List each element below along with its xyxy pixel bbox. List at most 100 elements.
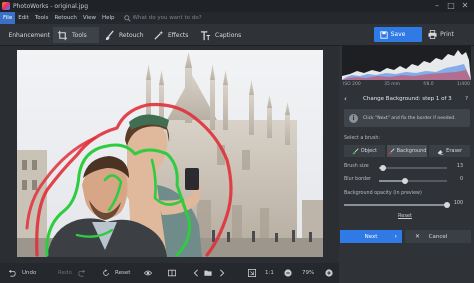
tab-label: Tools bbox=[72, 31, 87, 39]
zoom-level: 79% bbox=[302, 270, 315, 276]
brush-size-slider[interactable] bbox=[379, 165, 447, 171]
preview-button[interactable] bbox=[144, 263, 152, 283]
search-input[interactable] bbox=[132, 15, 223, 21]
histogram-graph bbox=[342, 50, 471, 80]
app-logo-icon bbox=[2, 2, 10, 10]
menu-help[interactable]: Help bbox=[99, 12, 118, 24]
close-button[interactable]: ✕ bbox=[458, 0, 472, 12]
slider-thumb[interactable] bbox=[444, 202, 450, 208]
settings-panel: ISO 200 35 mm f/8.0 1/400 ‹ Change Backg… bbox=[339, 46, 474, 283]
slider-thumb[interactable] bbox=[380, 165, 387, 171]
hint-text: Click "Next" and fix the border if neede… bbox=[363, 115, 456, 121]
brush-object-button[interactable]: Object bbox=[344, 145, 385, 157]
blur-border-slider[interactable] bbox=[379, 178, 447, 184]
brush-label: Eraser bbox=[446, 148, 463, 154]
save-button[interactable]: Save bbox=[374, 27, 422, 42]
zoom-out-button[interactable] bbox=[284, 263, 292, 283]
brush-icon bbox=[105, 30, 114, 40]
tab-captions[interactable]: Captions bbox=[200, 27, 246, 43]
bottom-bar: Undo Redo Reset 1:1 79% bbox=[0, 263, 339, 283]
print-label: Print bbox=[440, 31, 454, 38]
undo-button[interactable]: Undo bbox=[8, 263, 36, 283]
redo-icon bbox=[78, 269, 86, 277]
chevron-right-icon bbox=[220, 269, 225, 277]
window-title: PhotoWorks - original.jpg bbox=[13, 2, 89, 10]
tab-tools[interactable]: Tools bbox=[53, 27, 99, 43]
undo-label: Undo bbox=[22, 270, 37, 276]
tab-retouch[interactable]: Retouch bbox=[104, 27, 150, 43]
exif-aperture: f/8.0 bbox=[423, 82, 434, 87]
exif-focal: 35 mm bbox=[384, 82, 401, 87]
tab-label: Enhancement bbox=[8, 31, 50, 39]
printer-icon bbox=[428, 30, 437, 39]
menu-retouch[interactable]: Retouch bbox=[51, 12, 79, 24]
bg-opacity-value: 100 bbox=[453, 201, 463, 206]
reset-label: Reset bbox=[115, 270, 131, 276]
help-icon[interactable]: ? bbox=[465, 96, 468, 102]
brush-icon bbox=[388, 147, 395, 154]
info-icon: i bbox=[349, 113, 358, 123]
brush-size-label: Brush size bbox=[344, 164, 369, 169]
canvas-area[interactable] bbox=[0, 46, 339, 263]
photo-canvas[interactable] bbox=[17, 50, 323, 257]
eye-icon bbox=[144, 270, 152, 276]
prev-image-button[interactable] bbox=[192, 263, 200, 283]
zoom-ratio-button[interactable]: 1:1 bbox=[265, 263, 274, 283]
compare-button[interactable] bbox=[168, 263, 176, 283]
bg-opacity-slider[interactable] bbox=[344, 202, 450, 208]
menu-tools[interactable]: Tools bbox=[32, 12, 52, 24]
back-arrow-icon[interactable]: ‹ bbox=[344, 95, 347, 103]
chevron-left-icon bbox=[193, 269, 198, 277]
tab-effects[interactable]: Effects bbox=[153, 27, 199, 43]
cancel-label: Cancel bbox=[428, 233, 448, 240]
title-bar: PhotoWorks - original.jpg – □ ✕ bbox=[0, 0, 474, 12]
compare-icon bbox=[168, 269, 176, 277]
bg-opacity-label: Background opacity (in preview) bbox=[344, 191, 422, 196]
slider-fill bbox=[344, 204, 447, 206]
print-button[interactable]: Print bbox=[424, 27, 470, 42]
tab-label: Retouch bbox=[119, 31, 144, 39]
redo-label: Redo bbox=[58, 270, 72, 276]
search-box[interactable] bbox=[123, 14, 223, 22]
next-image-button[interactable] bbox=[218, 263, 226, 283]
tab-label: Effects bbox=[168, 31, 189, 39]
main-toolbar: Enhancement Tools Retouch Effects Captio… bbox=[0, 24, 474, 46]
zoom-in-button[interactable] bbox=[325, 263, 333, 283]
menu-bar: File Edit Tools Retouch View Help bbox=[0, 12, 474, 24]
brush-eraser-button[interactable]: Eraser bbox=[429, 145, 471, 157]
brush-selector: Object Background Eraser bbox=[344, 145, 471, 157]
fit-screen-button[interactable] bbox=[248, 263, 256, 283]
photo-image[interactable] bbox=[17, 50, 323, 257]
redo-button[interactable]: Redo bbox=[58, 263, 86, 283]
slider-thumb[interactable] bbox=[401, 178, 408, 184]
step-title: Change Background: step 1 of 3 bbox=[363, 96, 452, 102]
reset-button[interactable]: Reset bbox=[102, 263, 130, 283]
exif-iso: ISO 200 bbox=[343, 82, 361, 87]
plus-icon bbox=[325, 269, 333, 277]
reset-icon bbox=[103, 269, 109, 276]
maximize-button[interactable]: □ bbox=[444, 0, 458, 12]
menu-file[interactable]: File bbox=[0, 12, 16, 24]
wand-icon bbox=[154, 30, 164, 40]
open-folder-button[interactable] bbox=[204, 263, 212, 283]
panel-reset-link[interactable]: Reset bbox=[398, 213, 412, 219]
menu-view[interactable]: View bbox=[80, 12, 99, 24]
folder-icon bbox=[204, 270, 212, 276]
blur-border-value: 0 bbox=[459, 177, 463, 182]
select-brush-label: Select a brush: bbox=[344, 136, 381, 141]
fit-screen-icon bbox=[248, 269, 256, 277]
hint-box: i Click "Next" and fix the border if nee… bbox=[344, 109, 470, 127]
undo-icon bbox=[8, 269, 16, 277]
next-button[interactable]: Next › bbox=[340, 230, 402, 243]
save-icon bbox=[380, 30, 388, 39]
minimize-button[interactable]: – bbox=[430, 0, 444, 12]
tab-label: Captions bbox=[215, 31, 242, 39]
tab-enhancement[interactable]: Enhancement bbox=[4, 27, 50, 43]
brush-label: Object bbox=[360, 148, 377, 154]
brush-background-button[interactable]: Background bbox=[386, 145, 428, 157]
exif-info: ISO 200 35 mm f/8.0 1/400 bbox=[343, 82, 470, 87]
crop-icon bbox=[57, 30, 68, 40]
blur-border-label: Blur border bbox=[344, 177, 371, 182]
menu-edit[interactable]: Edit bbox=[15, 12, 32, 24]
cancel-button[interactable]: ✕ Cancel bbox=[405, 230, 471, 243]
